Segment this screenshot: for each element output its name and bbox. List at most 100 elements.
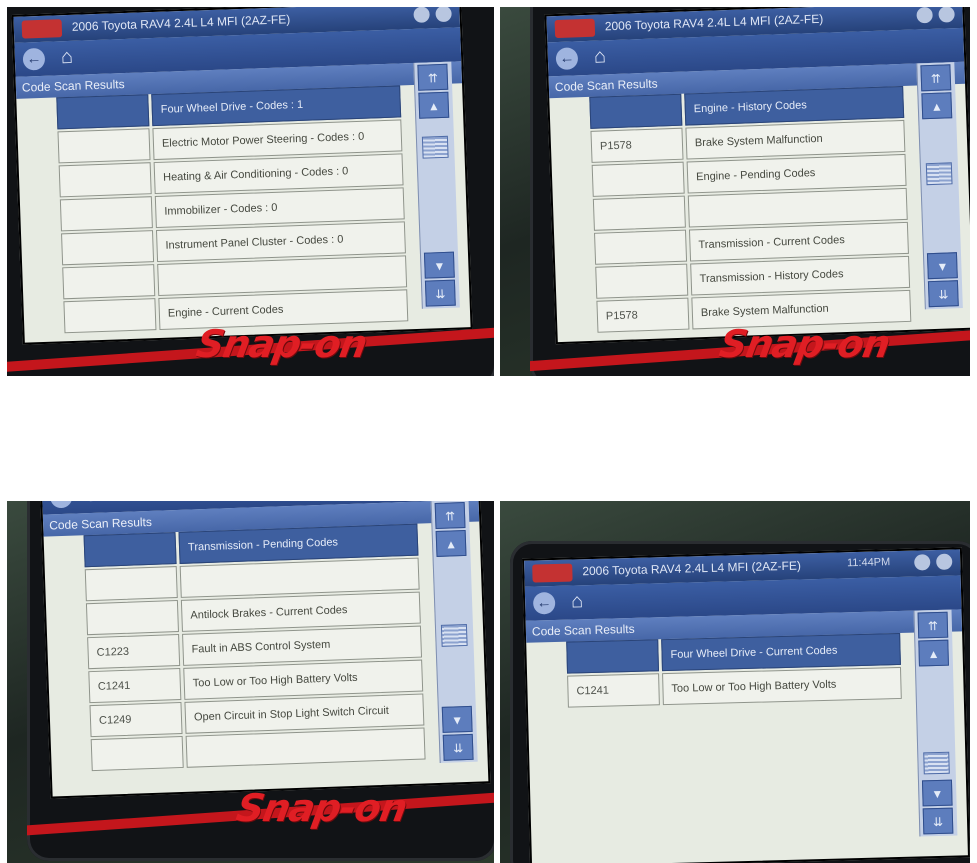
photo-panel-3: ← ⌂ Code Scan Results Transmission - Pen… bbox=[7, 501, 494, 863]
vertical-scrollbar[interactable]: ⇈ ▲ ▼ ⇊ bbox=[913, 609, 958, 837]
tools-icon[interactable] bbox=[938, 7, 955, 23]
code-cell bbox=[83, 532, 177, 568]
code-cell bbox=[591, 161, 685, 197]
settings-icon[interactable] bbox=[914, 554, 931, 571]
scan-tool-device: ← ⌂ Code Scan Results Transmission - Pen… bbox=[27, 501, 494, 861]
code-cell bbox=[57, 128, 151, 164]
description-cell bbox=[687, 187, 908, 228]
scroll-bottom-icon[interactable]: ⇊ bbox=[442, 733, 474, 761]
description-cell: Too Low or Too High Battery Volts bbox=[662, 666, 902, 706]
scroll-thumb[interactable] bbox=[923, 751, 950, 775]
home-icon[interactable]: ⌂ bbox=[593, 44, 606, 68]
description-cell: Transmission - Current Codes bbox=[688, 221, 909, 262]
vertical-scrollbar[interactable]: ⇈ ▲ ▼ ⇊ bbox=[430, 501, 478, 763]
vehicle-title: 2006 Toyota RAV4 2.4L L4 MFI (2AZ-FE) bbox=[604, 11, 824, 34]
photo-panel-2: 2006 Toyota RAV4 2.4L L4 MFI (2AZ-FE) ← … bbox=[500, 7, 970, 376]
tools-icon[interactable] bbox=[435, 7, 452, 23]
code-cell bbox=[56, 94, 150, 130]
description-cell: Transmission - History Codes bbox=[690, 255, 911, 296]
description-cell bbox=[185, 727, 426, 768]
table-row[interactable]: C1241 Too Low or Too High Battery Volts bbox=[567, 666, 902, 708]
code-cell bbox=[595, 263, 689, 299]
vehicle-title: 2006 Toyota RAV4 2.4L L4 MFI (2AZ-FE) bbox=[71, 12, 291, 34]
back-arrow-icon[interactable]: ← bbox=[532, 591, 556, 615]
results-table: Engine - History Codes P1578 Brake Syste… bbox=[589, 85, 912, 335]
scroll-bottom-icon[interactable]: ⇊ bbox=[424, 279, 456, 307]
screen: 2006 Toyota RAV4 2.4L L4 MFI (2AZ-FE) 11… bbox=[522, 547, 970, 863]
screen: ← ⌂ Code Scan Results Transmission - Pen… bbox=[39, 501, 491, 799]
code-cell bbox=[62, 264, 156, 300]
scroll-bottom-icon[interactable]: ⇊ bbox=[927, 280, 959, 308]
status-icons bbox=[914, 553, 953, 571]
scroll-thumb[interactable] bbox=[440, 623, 468, 647]
clock: 11:44PM bbox=[846, 556, 891, 570]
code-cell: C1249 bbox=[89, 701, 183, 738]
description-cell: Engine - History Codes bbox=[684, 85, 905, 126]
scroll-up-icon[interactable]: ▲ bbox=[418, 91, 450, 119]
screen: 2006 Toyota RAV4 2.4L L4 MFI (2AZ-FE) ← … bbox=[11, 7, 473, 345]
code-cell bbox=[59, 196, 153, 232]
scroll-thumb[interactable] bbox=[925, 162, 953, 186]
code-cell: C1241 bbox=[88, 667, 182, 704]
description-cell: Engine - Pending Codes bbox=[686, 153, 907, 194]
scroll-thumb[interactable] bbox=[421, 135, 449, 159]
code-cell bbox=[566, 639, 660, 674]
status-icons bbox=[916, 7, 955, 24]
results-table: Transmission - Pending Codes Antilock Br… bbox=[83, 523, 426, 774]
code-cell bbox=[594, 229, 688, 265]
status-icons bbox=[413, 7, 452, 23]
vehicle-icon bbox=[554, 18, 596, 39]
scan-tool-device: 2006 Toyota RAV4 2.4L L4 MFI (2AZ-FE) 11… bbox=[510, 541, 970, 863]
code-cell: C1241 bbox=[567, 673, 660, 708]
scan-tool-device: 2006 Toyota RAV4 2.4L L4 MFI (2AZ-FE) ← … bbox=[7, 7, 494, 376]
back-arrow-icon[interactable]: ← bbox=[49, 501, 73, 509]
scroll-top-icon[interactable]: ⇈ bbox=[917, 611, 949, 639]
results-table: Four Wheel Drive - Codes : 1 Electric Mo… bbox=[56, 85, 409, 335]
brand-logo: Snap-on bbox=[233, 786, 411, 830]
back-arrow-icon[interactable]: ← bbox=[22, 47, 46, 71]
code-cell bbox=[592, 195, 686, 231]
code-cell bbox=[58, 162, 152, 198]
scroll-bottom-icon[interactable]: ⇊ bbox=[922, 807, 954, 835]
description-cell: Four Wheel Drive - Current Codes bbox=[661, 632, 901, 672]
description-cell: Brake System Malfunction bbox=[685, 119, 906, 160]
home-icon[interactable]: ⌂ bbox=[88, 501, 101, 507]
code-cell bbox=[63, 298, 157, 334]
vertical-scrollbar[interactable]: ⇈ ▲ ▼ ⇊ bbox=[916, 62, 963, 310]
scroll-down-icon[interactable]: ▼ bbox=[423, 251, 455, 279]
code-cell bbox=[85, 600, 179, 636]
vehicle-icon bbox=[532, 563, 573, 583]
scroll-top-icon[interactable]: ⇈ bbox=[434, 501, 466, 529]
code-cell bbox=[589, 93, 683, 129]
settings-icon[interactable] bbox=[413, 7, 430, 23]
scroll-top-icon[interactable]: ⇈ bbox=[417, 63, 449, 91]
back-arrow-icon[interactable]: ← bbox=[555, 47, 579, 71]
home-icon[interactable]: ⌂ bbox=[571, 589, 584, 613]
brand-logo: Snap-on bbox=[716, 322, 894, 366]
code-cell bbox=[84, 566, 178, 602]
results-table: Four Wheel Drive - Current Codes C1241 T… bbox=[566, 632, 902, 710]
scroll-up-icon[interactable]: ▲ bbox=[918, 639, 949, 667]
tools-icon[interactable] bbox=[936, 553, 953, 570]
code-cell: P1578 bbox=[596, 297, 690, 333]
scroll-up-icon[interactable]: ▲ bbox=[435, 529, 467, 557]
settings-icon[interactable] bbox=[916, 7, 933, 24]
home-icon[interactable]: ⌂ bbox=[60, 45, 74, 69]
scroll-down-icon[interactable]: ▼ bbox=[921, 779, 953, 807]
scroll-top-icon[interactable]: ⇈ bbox=[920, 64, 952, 92]
code-cell bbox=[90, 735, 184, 772]
scroll-down-icon[interactable]: ▼ bbox=[441, 705, 473, 733]
vertical-scrollbar[interactable]: ⇈ ▲ ▼ ⇊ bbox=[413, 61, 460, 309]
scan-tool-device: 2006 Toyota RAV4 2.4L L4 MFI (2AZ-FE) ← … bbox=[530, 7, 970, 376]
screen: 2006 Toyota RAV4 2.4L L4 MFI (2AZ-FE) ← … bbox=[544, 7, 970, 345]
vehicle-title: 2006 Toyota RAV4 2.4L L4 MFI (2AZ-FE) bbox=[582, 558, 802, 579]
vehicle-icon bbox=[21, 19, 63, 39]
code-cell bbox=[61, 230, 155, 266]
scroll-up-icon[interactable]: ▲ bbox=[921, 92, 953, 120]
code-cell: C1223 bbox=[87, 634, 181, 670]
photo-panel-4: 2006 Toyota RAV4 2.4L L4 MFI (2AZ-FE) 11… bbox=[500, 501, 970, 863]
code-cell: P1578 bbox=[590, 127, 684, 163]
scroll-down-icon[interactable]: ▼ bbox=[926, 252, 958, 280]
brand-logo: Snap-on bbox=[193, 322, 371, 366]
photo-panel-1: 2006 Toyota RAV4 2.4L L4 MFI (2AZ-FE) ← … bbox=[7, 7, 494, 376]
